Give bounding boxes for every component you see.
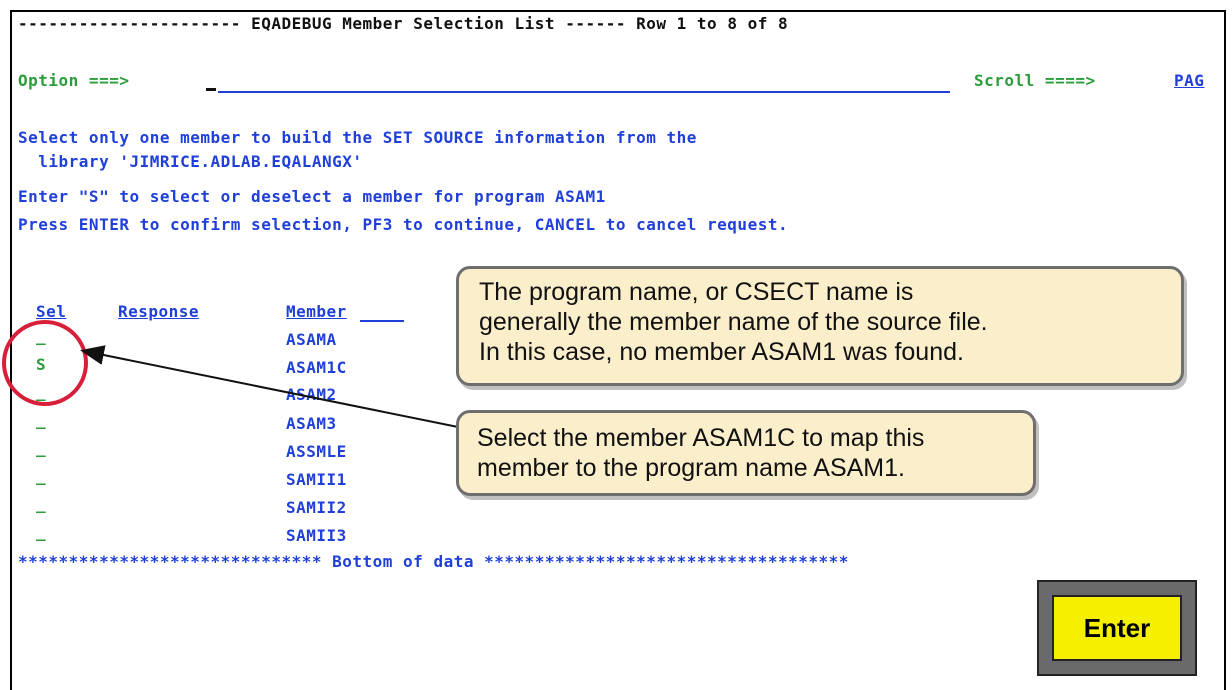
callout-program-name-note: The program name, or CSECT name is gener…	[456, 266, 1184, 386]
enter-button[interactable]: Enter	[1052, 595, 1182, 661]
callout-bottom-line-1: Select the member ASAM1C to map this	[477, 424, 925, 452]
callout-select-member-note: Select the member ASAM1C to map this mem…	[456, 410, 1036, 496]
callout-top-line-2: generally the member name of the source …	[479, 308, 988, 336]
callout-top-line-3: In this case, no member ASAM1 was found.	[479, 338, 964, 366]
callout-top-line-1: The program name, or CSECT name is	[479, 278, 914, 306]
callout-bottom-line-2: member to the program name ASAM1.	[477, 454, 905, 482]
